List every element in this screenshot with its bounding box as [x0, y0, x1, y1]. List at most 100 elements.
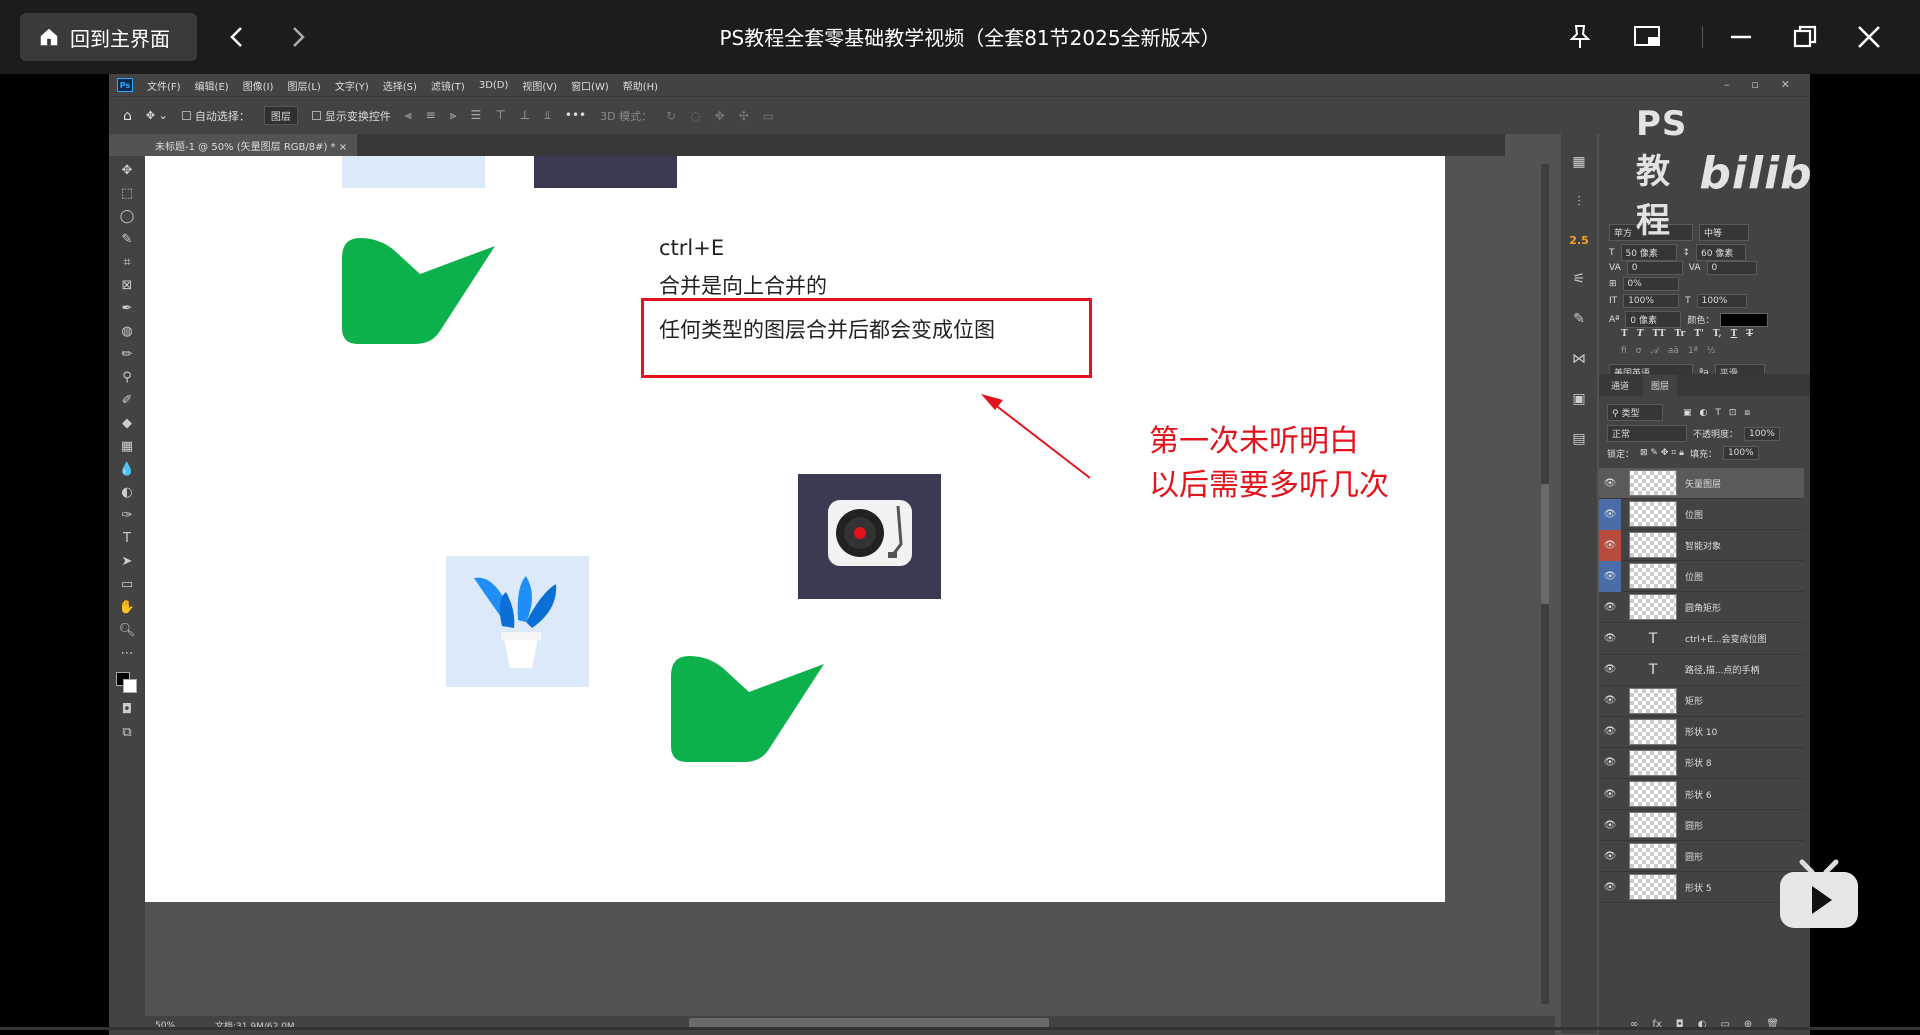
quick-mask-icon[interactable]: ◘	[117, 701, 137, 717]
shape-tool-icon[interactable]: ▭	[117, 576, 137, 592]
3d-roll-icon[interactable]: ◌	[690, 109, 700, 123]
layer-row[interactable]: 👁 智能对象	[1599, 529, 1804, 562]
paths-icon[interactable]: ⋈	[1572, 351, 1586, 367]
forward-button[interactable]	[283, 22, 313, 52]
menu-edit[interactable]: 编辑(E)	[195, 78, 229, 93]
tracking-field[interactable]: 0	[1706, 261, 1757, 275]
visibility-eye-icon[interactable]: 👁	[1599, 716, 1621, 747]
eraser-tool-icon[interactable]: ◆	[117, 415, 137, 431]
blur-tool-icon[interactable]: 💧	[117, 461, 137, 477]
layer-row[interactable]: 👁 矢量图层	[1599, 468, 1804, 499]
lock-icons[interactable]: ⊠ ✎ ✥ ⌗ 🔒︎	[1640, 448, 1684, 458]
layer-row[interactable]: 👁 圆角矩形	[1599, 592, 1804, 624]
layer-row[interactable]: 👁 位图	[1599, 560, 1804, 593]
opacity-field[interactable]: 100%	[1744, 426, 1780, 441]
tab-layers[interactable]: 图层	[1643, 374, 1678, 396]
leading-field[interactable]: 60 像素	[1696, 244, 1747, 261]
dodge-tool-icon[interactable]: ◐	[117, 484, 137, 500]
canvas-area[interactable]: ctrl+E 合并是向上合并的 任何类型的图层合并后都会变成位图 第一次未听明白…	[145, 156, 1555, 1016]
path-select-tool-icon[interactable]: ➤	[117, 553, 137, 569]
menu-type[interactable]: 文字(Y)	[335, 78, 369, 93]
layer-row[interactable]: 👁 形状 5	[1599, 872, 1804, 904]
frame-tool-icon[interactable]: ⊠	[117, 277, 137, 293]
small-caps-glyph[interactable]: Tr	[1674, 329, 1685, 339]
ps-close-icon[interactable]: ✕	[1781, 78, 1790, 91]
layer-row[interactable]: 👁 形状 10	[1599, 717, 1804, 748]
visibility-eye-icon[interactable]: 👁	[1599, 654, 1621, 685]
layer-row[interactable]: 👁 形状 6	[1599, 779, 1804, 810]
menu-view[interactable]: 视图(V)	[522, 78, 557, 93]
menu-file[interactable]: 文件(F)	[147, 78, 181, 93]
align-bottom-icon[interactable]: ⫫	[544, 108, 551, 123]
marquee-tool-icon[interactable]: ⬚	[117, 185, 137, 201]
ps-restore-icon[interactable]: ▫	[1751, 78, 1758, 91]
layer-row[interactable]: 👁 矩形	[1599, 686, 1804, 717]
quick-select-tool-icon[interactable]: ✎	[117, 231, 137, 247]
pin-button[interactable]	[1563, 20, 1597, 54]
tsume-field[interactable]: 0%	[1622, 277, 1679, 291]
move-tool-icon[interactable]: ✥ ⌄	[146, 109, 168, 122]
libraries-icon[interactable]: ▣	[1572, 391, 1585, 407]
align-center-icon[interactable]: ≡	[426, 108, 436, 123]
menu-filter[interactable]: 滤镜(T)	[431, 78, 465, 93]
ps-home-icon[interactable]: ⌂	[123, 108, 132, 124]
brush-panel-icon[interactable]: ✎	[1573, 311, 1585, 327]
eyedropper-tool-icon[interactable]: ✒	[117, 300, 137, 316]
video-progress-track[interactable]	[0, 1027, 1920, 1030]
align-top-icon[interactable]: ⊤	[495, 108, 505, 123]
fraction-icon[interactable]: ½	[1707, 346, 1716, 356]
old-style-icon[interactable]: σ	[1636, 346, 1642, 356]
menu-help[interactable]: 帮助(H)	[623, 78, 658, 93]
layer-row[interactable]: 👁 圆形	[1599, 810, 1804, 842]
3d-pan-icon[interactable]: ✥	[715, 109, 725, 123]
more-tools-icon[interactable]: ⋯	[117, 645, 137, 661]
visibility-eye-icon[interactable]: 👁	[1599, 779, 1621, 810]
vscale-field[interactable]: 100%	[1623, 294, 1680, 308]
show-transform-checkbox[interactable]: 显示变换控件	[311, 108, 391, 124]
hscale-field[interactable]: 100%	[1696, 294, 1747, 308]
brush-tool-icon[interactable]: ✏	[117, 346, 137, 362]
document-tab[interactable]: 未标题-1 @ 50% (矢量图层 RGB/8#) * ×	[145, 134, 358, 156]
tab-channels[interactable]: 通道	[1611, 379, 1629, 392]
visibility-eye-icon[interactable]: 👁	[1599, 685, 1621, 716]
history-brush-icon[interactable]: ✐	[117, 392, 137, 408]
align-left-icon[interactable]: ⫷	[405, 108, 412, 123]
more-options-icon[interactable]: •••	[565, 108, 586, 123]
filter-type-icon[interactable]: T	[1715, 408, 1721, 418]
screen-mode-icon[interactable]: ⧉	[117, 724, 137, 740]
3d-slide-icon[interactable]: ✣	[739, 109, 749, 123]
fill-field[interactable]: 100%	[1722, 446, 1759, 460]
align-right-icon[interactable]: ⫸	[450, 108, 457, 123]
tab-close-icon[interactable]: ×	[339, 142, 347, 153]
menu-select[interactable]: 选择(S)	[383, 78, 417, 93]
document-canvas[interactable]: ctrl+E 合并是向上合并的 任何类型的图层合并后都会变成位图 第一次未听明白…	[145, 156, 1445, 902]
layer-row[interactable]: 👁 位图	[1599, 498, 1804, 531]
layer-row[interactable]: 👁 T 路径,描...点的手柄	[1599, 655, 1804, 686]
back-button[interactable]	[222, 22, 252, 52]
layer-row[interactable]: 👁 Tctrl+E...会变成位图	[1599, 624, 1804, 655]
healing-tool-icon[interactable]: ◍	[117, 323, 137, 339]
histogram-icon[interactable]: ▦	[1572, 154, 1585, 170]
visibility-eye-icon[interactable]: 👁	[1599, 747, 1621, 778]
ordinal-icon[interactable]: 1ª	[1688, 346, 1698, 356]
ligature-icon[interactable]: fi	[1621, 346, 1627, 356]
underline-glyph[interactable]: T	[1731, 329, 1738, 339]
3d-camera-icon[interactable]: ▭	[763, 109, 774, 123]
subscript-glyph[interactable]: T,	[1713, 329, 1722, 339]
adjustments-icon[interactable]: ⚟	[1573, 271, 1586, 287]
canvas-vscroll-thumb[interactable]	[1541, 484, 1549, 604]
mini-player-button[interactable]	[1631, 20, 1665, 54]
menu-3d[interactable]: 3D(D)	[479, 80, 509, 91]
pen-tool-icon[interactable]: ✑	[117, 507, 137, 523]
visibility-eye-icon[interactable]: 👁	[1599, 498, 1621, 530]
menu-layer[interactable]: 图层(L)	[287, 78, 320, 93]
filter-shape-icon[interactable]: ⊡	[1729, 408, 1737, 418]
text-color-swatch[interactable]	[1720, 312, 1769, 327]
baseline-field[interactable]: 0 像素	[1625, 311, 1682, 328]
stamp-tool-icon[interactable]: ⚲	[117, 369, 137, 385]
layer-row[interactable]: 👁 圆形	[1599, 841, 1804, 873]
alt-icon[interactable]: aā	[1668, 346, 1679, 356]
visibility-eye-icon[interactable]: 👁	[1599, 529, 1621, 561]
blend-mode-dropdown[interactable]: 正常	[1607, 425, 1687, 442]
ps-minimize-icon[interactable]: –	[1724, 78, 1730, 91]
